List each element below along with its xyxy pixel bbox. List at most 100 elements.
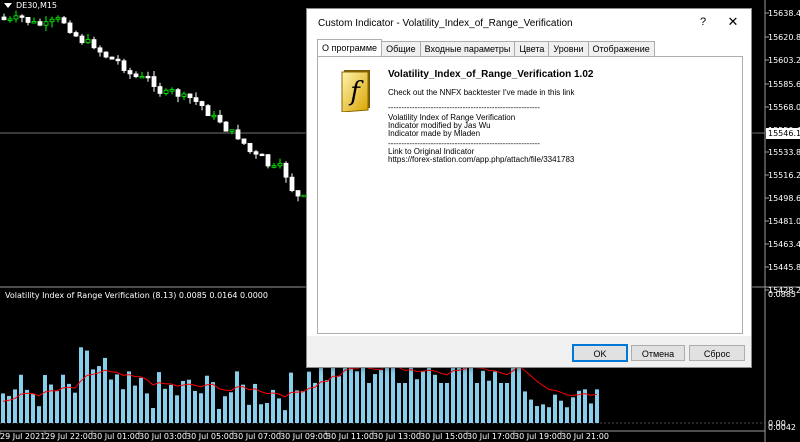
indicator-name: Volatility_Index_of_Range_Verification 1… [388,69,594,80]
tab-0[interactable]: О программе [317,39,383,56]
candle-body [85,39,91,44]
price-label: 15638.40 [768,9,800,18]
tab-5[interactable]: Отображение [587,41,655,56]
backtester-link-text: Check out the NNFX backtester I've made … [388,88,575,97]
histogram-bar [67,383,71,423]
histogram-bar [205,375,209,423]
price-label: 15516.20 [768,171,800,180]
histogram-bar [103,357,107,423]
candle-body [235,129,241,140]
tab-1[interactable]: Общие [381,41,421,56]
time-label: 30 Jul 03:00 [139,432,187,441]
info-line: Indicator made by Mladen [388,129,481,138]
close-button[interactable]: ✕ [725,14,741,30]
time-label: 29 Jul 22:00 [45,432,93,441]
time-label: 30 Jul 15:00 [420,432,468,441]
histogram-bar [589,403,593,423]
help-button[interactable]: ? [695,16,711,28]
candle-body [13,15,19,20]
histogram-bar [265,402,269,423]
histogram-bar [97,366,101,423]
price-label: 15463.40 [768,240,800,249]
tab-2[interactable]: Входные параметры [419,41,516,56]
histogram-bar [181,380,185,423]
reset-button[interactable]: Сброс [689,345,745,361]
tab-4[interactable]: Уровни [548,41,589,56]
histogram-bar [193,390,197,423]
tab-3[interactable]: Цвета [514,41,550,56]
candle-body [133,73,139,78]
histogram-bar [271,389,275,423]
candle-body [211,114,217,118]
candle-body [121,60,127,71]
histogram-bar [55,391,59,423]
custom-indicator-dialog: Custom Indicator - Volatility_Index_of_R… [306,8,752,368]
time-label: 29 Jul 2021 [0,432,46,441]
candle-body [175,89,181,97]
histogram-bar [235,371,239,423]
histogram-bar [133,385,137,423]
cancel-button[interactable]: Отмена [631,345,685,361]
histogram-bar [289,372,293,423]
candle-body [277,162,283,167]
histogram-bar [139,377,143,423]
histogram-bar [211,382,215,423]
histogram-bar [379,370,383,423]
histogram-bar [13,389,17,423]
price-label: 15533.80 [768,148,800,157]
candle-body [241,138,247,144]
candle-body [67,22,73,33]
histogram-bar [313,382,317,423]
histogram-bar [445,383,449,423]
histogram-bar [295,390,299,423]
histogram-bar [121,389,125,423]
histogram-bar [493,371,497,423]
candle-body [199,101,205,106]
histogram-bar [457,367,461,423]
histogram-bar [415,379,419,423]
candle-body [265,154,271,167]
candle-body [1,16,7,21]
function-icon: f [341,70,370,112]
candle-body [31,21,37,24]
histogram-bar [487,380,491,423]
histogram-bar [31,394,35,423]
indicator-subwindow-title: Volatility Index of Range Verification (… [5,291,268,300]
candle-body [145,75,151,79]
histogram-bar [187,379,191,423]
time-label: 30 Jul 05:00 [186,432,234,441]
candle-body [223,121,229,132]
info-line: https://forex-station.com/app.php/attach… [388,155,575,164]
histogram-bar [547,407,551,423]
price-label: 15481.00 [768,217,800,226]
histogram-bar [301,391,305,423]
histogram-bar [145,393,149,423]
indicator-zero-label: 0.00 [768,419,786,428]
candle-body [127,70,133,75]
histogram-bar [523,391,527,423]
candle-body [157,86,163,94]
histogram-bar [37,406,41,423]
dialog-footer: OK Отмена Сброс [307,336,751,367]
candle-body [49,18,55,23]
current-price-tag: 15546.10 [766,128,800,139]
price-label: 15620.80 [768,33,800,42]
histogram-bar [571,397,575,423]
dropdown-triangle-icon [4,3,12,8]
histogram-bar [85,350,89,423]
histogram-bar [325,380,329,423]
histogram-bar [535,406,539,423]
price-label: 15585.60 [768,80,800,89]
histogram-bar [25,389,29,423]
candle-body [295,190,301,197]
price-label: 15498.60 [768,194,800,203]
price-label: 15445.80 [768,263,800,272]
ok-button[interactable]: OK [572,344,628,362]
candle-body [43,21,49,26]
histogram-bar [481,370,485,423]
histogram-bar [553,394,557,423]
histogram-bar [283,410,287,423]
time-label: 30 Jul 01:00 [92,432,140,441]
symbol-text: DE30,M15 [16,1,58,10]
histogram-bar [157,372,161,423]
